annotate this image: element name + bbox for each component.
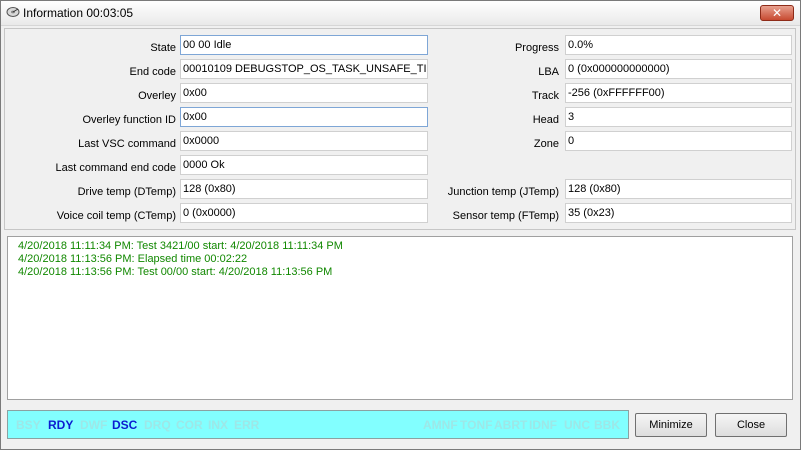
last-vsc-command-field[interactable]: 0x0000 [180,131,428,151]
track-field[interactable]: -256 (0xFFFFFF00) [565,83,792,103]
log-line: 4/20/2018 11:11:34 PM: Test 3421/00 star… [18,240,343,252]
log-line: 4/20/2018 11:13:56 PM: Elapsed time 00:0… [18,253,248,265]
sensor-temp-label: Sensor temp (FTemp) [452,210,559,222]
close-button[interactable]: Close [715,413,787,437]
last-command-end-code-field[interactable]: 0000 Ok [180,155,428,175]
hdd-icon [6,7,20,17]
zone-field[interactable]: 0 [565,131,792,151]
log-output[interactable]: 4/20/2018 11:11:34 PM: Test 3421/00 star… [7,236,793,400]
flag-unc: UNC [564,418,590,432]
flag-dwf: DWF [80,418,108,432]
flag-cor: COR [176,418,203,432]
progress-label: Progress [514,42,559,54]
end-code-field[interactable]: 00010109 DEBUGSTOP_OS_TASK_UNSAFE_TIM [180,59,428,79]
lba-label: LBA [538,66,559,78]
junction-temp-field[interactable]: 128 (0x80) [565,179,792,199]
end-code-label: End code [129,66,176,78]
flag-bsy: BSY [16,418,41,432]
flag-idnf: IDNF [529,418,557,432]
track-label: Track [531,90,559,102]
flag-bbk: BBK [594,418,620,432]
zone-label: Zone [533,138,559,150]
window-close-button[interactable]: ✕ [760,5,794,21]
drive-temp-field[interactable]: 128 (0x80) [180,179,428,199]
voice-coil-temp-field[interactable]: 0 (0x0000) [180,203,428,223]
window-title: Information 00:03:05 [23,6,134,20]
ata-status-bar: BSY RDY DWF DSC DRQ COR INX ERR AMNF TON… [7,410,629,439]
progress-field[interactable]: 0.0% [565,35,792,55]
overley-field[interactable]: 0x00 [180,83,428,103]
flag-drq: DRQ [144,418,171,432]
state-label: State [150,42,176,54]
flag-amnf: AMNF [423,418,458,432]
minimize-button[interactable]: Minimize [635,413,707,437]
flag-rdy: RDY [48,418,74,432]
drive-temp-label: Drive temp (DTemp) [77,186,176,198]
state-field[interactable]: 00 00 Idle [180,35,428,55]
overley-function-id-label: Overley function ID [82,114,176,126]
last-command-end-code-label: Last command end code [55,162,176,174]
junction-temp-label: Junction temp (JTemp) [447,186,559,198]
flag-dsc: DSC [112,418,138,432]
flag-tonf: TONF [460,418,493,432]
overley-label: Overley [138,90,176,102]
log-line: 4/20/2018 11:13:56 PM: Test 00/00 start:… [18,266,333,278]
voice-coil-temp-label: Voice coil temp (CTemp) [56,210,176,222]
sensor-temp-field[interactable]: 35 (0x23) [565,203,792,223]
lba-field[interactable]: 0 (0x000000000000) [565,59,792,79]
information-window: Information 00:03:05 ✕ State 00 00 Idle … [0,0,801,450]
last-vsc-command-label: Last VSC command [78,138,176,150]
head-label: Head [532,114,559,126]
title-bar[interactable]: Information 00:03:05 ✕ [1,1,800,26]
info-panel: State 00 00 Idle End code 00010109 DEBUG… [4,28,796,230]
head-field[interactable]: 3 [565,107,792,127]
flag-inx: INX [208,418,229,432]
overley-function-id-field[interactable]: 0x00 [180,107,428,127]
flag-abrt: ABRT [494,418,528,432]
flag-err: ERR [234,418,260,432]
